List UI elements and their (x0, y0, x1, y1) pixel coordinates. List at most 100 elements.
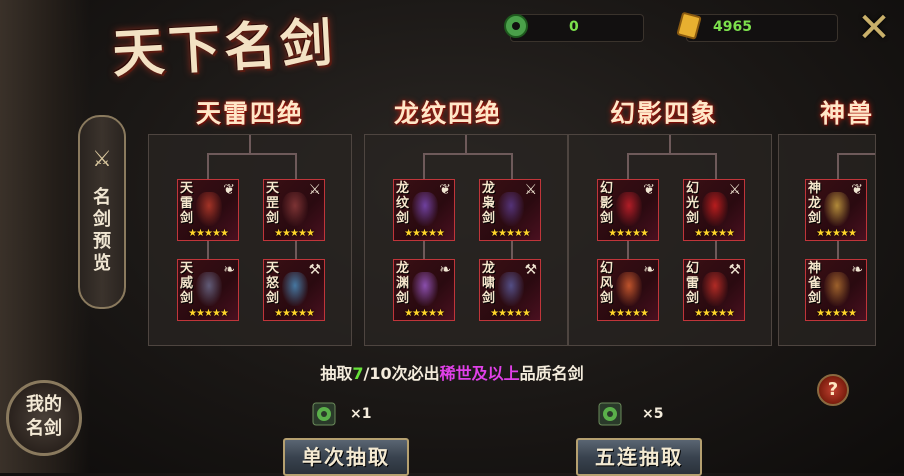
wing-icon: ❦ (643, 182, 655, 198)
star-rating: ★★★★★ (188, 308, 229, 319)
tree-connector-line (669, 135, 671, 153)
sword-preview-tab[interactable]: ⚔ 名 剑 预 览 (78, 115, 126, 309)
sword-card[interactable]: 龙枭剑 ⚔ ★★★★★ (479, 179, 541, 241)
jade-amount: 0 (569, 19, 579, 35)
single-draw-button[interactable]: 单次抽取 (283, 438, 409, 476)
sword-card[interactable]: 龙渊剑 ❧ ★★★★★ (393, 259, 455, 321)
sword-name: 天雷剑 (180, 181, 194, 226)
sword-art (498, 192, 524, 226)
my-swords-label: 我的 名剑 (26, 394, 62, 439)
set-title-huanying: 幻影四象 (610, 99, 719, 128)
jade-ring-icon (312, 402, 336, 426)
sword-card[interactable]: 幻影剑 ❦ ★★★★★ (597, 179, 659, 241)
tree-connector-line (715, 153, 717, 179)
tree-connector-line (423, 241, 425, 261)
wing-icon: ❦ (439, 182, 451, 198)
tree-connector-line (511, 241, 513, 261)
tree-connector-line (207, 153, 295, 155)
tree-connector-line (715, 241, 717, 261)
jade-ring-icon (504, 14, 528, 38)
draw-guarantee-info: 抽取7/10次必出稀世及以上品质名剑 (320, 364, 584, 383)
tree-connector-line (837, 241, 839, 261)
sword-name: 天威剑 (180, 261, 194, 306)
sword-card[interactable]: 幻光剑 ⚔ ★★★★★ (683, 179, 745, 241)
sword-name: 神雀剑 (808, 261, 822, 306)
sword-name: 幻风剑 (600, 261, 614, 306)
axe-icon: ⚒ (728, 262, 741, 278)
star-rating: ★★★★★ (816, 228, 857, 239)
axe-icon: ⚒ (524, 262, 537, 278)
sword-name: 龙枭剑 (482, 181, 496, 226)
gold-ticket-icon (676, 12, 702, 40)
tree-connector-line (511, 153, 513, 179)
close-icon: ✕ (857, 5, 891, 51)
star-rating: ★★★★★ (404, 308, 445, 319)
sword-name: 神龙剑 (808, 181, 822, 226)
sword-art (702, 272, 728, 306)
sword-set-panel: 天雷剑 ❦ ★★★★★ 天罡剑 ⚔ ★★★★★ 天威剑 ❧ ★★★★★ 天怒剑 ⚒ ★★★★★ (148, 134, 352, 346)
sword-card[interactable]: 神雀剑 ❧ ★★★★★ (805, 259, 867, 321)
sword-name: 幻影剑 (600, 181, 614, 226)
crossed-swords-icon: ⚔ (728, 182, 741, 198)
star-rating: ★★★★★ (274, 308, 315, 319)
sword-name: 龙啸剑 (482, 261, 496, 306)
sword-set-panel: 龙纹剑 ❦ ★★★★★ 龙枭剑 ⚔ ★★★★★ 龙渊剑 ❧ ★★★★★ 龙啸剑 ⚒ ★★★★★ (364, 134, 568, 346)
sword-card[interactable]: 神龙剑 ❦ ★★★★★ (805, 179, 867, 241)
sword-card[interactable]: 幻风剑 ❧ ★★★★★ (597, 259, 659, 321)
sword-name: 龙渊剑 (396, 261, 410, 306)
tree-connector-line (295, 153, 297, 179)
sword-art (498, 272, 524, 306)
set-title-longwen: 龙纹四绝 (394, 99, 503, 128)
tree-connector-line (207, 241, 209, 261)
tree-connector-line (627, 153, 629, 179)
tree-connector-line (465, 135, 467, 153)
tree-connector-line (837, 153, 839, 179)
help-button[interactable]: ? (817, 374, 849, 406)
sword-card[interactable]: 天罡剑 ⚔ ★★★★★ (263, 179, 325, 241)
sword-name: 天罡剑 (266, 181, 280, 226)
sword-art (702, 192, 728, 226)
sword-card[interactable]: 天威剑 ❧ ★★★★★ (177, 259, 239, 321)
sword-art (196, 272, 222, 306)
sword-name: 龙纹剑 (396, 181, 410, 226)
jade-currency-bar: 0 (504, 14, 644, 42)
sword-art (616, 272, 642, 306)
tree-connector-line (249, 135, 251, 153)
tree-connector-line (423, 153, 511, 155)
gold-currency-bar: 4965 (676, 12, 838, 42)
sword-card[interactable]: 天怒剑 ⚒ ★★★★★ (263, 259, 325, 321)
star-rating: ★★★★★ (816, 308, 857, 319)
feather-icon: ❧ (643, 262, 655, 278)
five-draw-button[interactable]: 五连抽取 (576, 438, 702, 476)
sword-art (282, 272, 308, 306)
sword-art (282, 192, 308, 226)
tree-connector-line (295, 241, 297, 261)
sword-art (412, 192, 438, 226)
sword-card[interactable]: 幻雷剑 ⚒ ★★★★★ (683, 259, 745, 321)
wing-icon: ❦ (223, 182, 235, 198)
tree-connector-line (627, 241, 629, 261)
sword-set-panel: 幻影剑 ❦ ★★★★★ 幻光剑 ⚔ ★★★★★ 幻风剑 ❧ ★★★★★ 幻雷剑 ⚒ ★★★★★ (568, 134, 772, 346)
sword-card[interactable]: 龙纹剑 ❦ ★★★★★ (393, 179, 455, 241)
sword-art (824, 272, 850, 306)
sword-card[interactable]: 天雷剑 ❦ ★★★★★ (177, 179, 239, 241)
star-rating: ★★★★★ (608, 308, 649, 319)
star-rating: ★★★★★ (608, 228, 649, 239)
sword-card[interactable]: 龙啸剑 ⚒ ★★★★★ (479, 259, 541, 321)
star-rating: ★★★★★ (404, 228, 445, 239)
tree-connector-line (423, 153, 425, 179)
star-rating: ★★★★★ (188, 228, 229, 239)
crossed-swords-icon: ⚔ (92, 147, 112, 172)
close-button[interactable]: ✕ (854, 8, 894, 48)
feather-icon: ❧ (223, 262, 235, 278)
star-rating: ★★★★★ (490, 308, 531, 319)
axe-icon: ⚒ (308, 262, 321, 278)
sword-name: 幻光剑 (686, 181, 700, 226)
crossed-swords-icon: ⚔ (308, 182, 321, 198)
my-swords-button[interactable]: 我的 名剑 (6, 380, 82, 456)
page-title: 天下名剑 (110, 12, 338, 85)
feather-icon: ❧ (851, 262, 863, 278)
jade-ring-icon (598, 402, 622, 426)
tree-connector-line (207, 153, 209, 179)
star-rating: ★★★★★ (274, 228, 315, 239)
